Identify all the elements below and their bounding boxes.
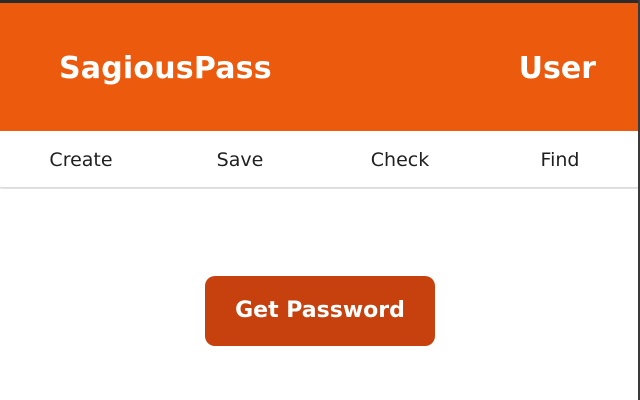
brand-title: SagiousPass	[59, 51, 272, 86]
get-password-button[interactable]: Get Password	[205, 276, 435, 346]
main-content: Get Password	[0, 189, 640, 400]
user-menu[interactable]: User	[519, 51, 596, 87]
nav-item-check[interactable]: Check	[340, 148, 460, 172]
nav-item-save[interactable]: Save	[180, 148, 300, 172]
nav-bar: Create Save Check Find	[0, 131, 640, 188]
header-bar: SagiousPass User	[0, 0, 640, 131]
app-window: SagiousPass User Create Save Check Find …	[0, 0, 640, 400]
nav-item-create[interactable]: Create	[21, 148, 141, 172]
nav-item-find[interactable]: Find	[500, 148, 620, 172]
